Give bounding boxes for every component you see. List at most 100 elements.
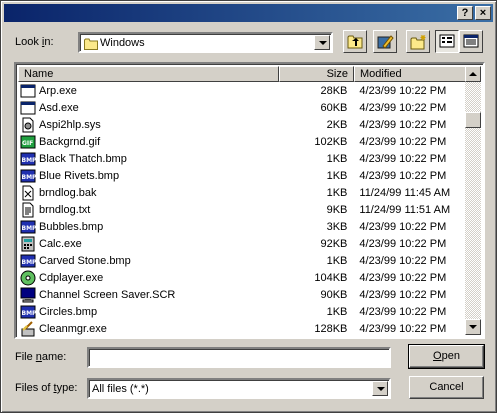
- svg-text:GIF: GIF: [22, 140, 33, 147]
- details-view-icon: [463, 34, 479, 48]
- file-modified-cell: 4/23/99 10:22 PM: [359, 118, 447, 131]
- file-modified-cell: 4/23/99 10:22 PM: [359, 84, 447, 97]
- file-size-cell: 1KB: [326, 305, 348, 318]
- file-name-cell: Backgrnd.gif: [39, 135, 101, 148]
- file-size-cell: 9KB: [326, 203, 348, 216]
- file-modified-cell: 4/23/99 10:22 PM: [359, 152, 447, 165]
- file-size-cell: 102KB: [314, 135, 348, 148]
- file-row[interactable]: Calc.exe 92KB 4/23/99 10:22 PM: [18, 235, 468, 252]
- scroll-down-button[interactable]: [465, 319, 481, 335]
- system-file-icon: [22, 117, 34, 132]
- file-row[interactable]: Cleanmgr.exe 128KB 4/23/99 10:22 PM: [18, 320, 468, 337]
- open-file-dialog: ? × Look in: Windows Name Size Modified …: [0, 0, 497, 413]
- file-modified-cell: 4/23/99 10:22 PM: [359, 254, 447, 267]
- bmp-image-icon: BMP: [20, 169, 37, 182]
- files-of-type-combo[interactable]: All files (*.*): [87, 378, 391, 399]
- file-size-cell: 90KB: [320, 288, 348, 301]
- file-list-header: Name Size Modified: [18, 66, 468, 82]
- file-name-cell: Cdplayer.exe: [39, 271, 104, 284]
- file-size-cell: 2KB: [326, 118, 348, 131]
- file-name-cell: brndlog.bak: [39, 186, 97, 199]
- desktop-button[interactable]: [373, 30, 397, 53]
- file-name-label-suffix: ame:: [41, 351, 67, 363]
- bmp-image-icon: BMP: [20, 152, 36, 165]
- title-bar[interactable]: ? ×: [4, 4, 493, 22]
- files-of-type-label: Files of type:: [15, 382, 77, 394]
- file-row[interactable]: GIF Backgrnd.gif 102KB 4/23/99 10:22 PM: [18, 133, 468, 150]
- file-name-cell: Calc.exe: [39, 237, 82, 250]
- up-one-level-icon: [347, 35, 363, 49]
- file-name-cell: brndlog.txt: [39, 203, 91, 216]
- bmp-image-icon: BMP: [20, 254, 37, 267]
- file-size-cell: 128KB: [314, 322, 348, 335]
- open-button-key: O: [433, 350, 442, 362]
- up-one-level-button[interactable]: [343, 30, 367, 53]
- text-file-icon: [22, 202, 34, 217]
- column-header-name[interactable]: Name: [18, 66, 279, 82]
- file-modified-cell: 4/23/99 10:22 PM: [359, 271, 447, 284]
- file-modified-cell: 4/23/99 10:22 PM: [359, 322, 447, 335]
- file-name-cell: Cleanmgr.exe: [39, 322, 107, 335]
- file-row[interactable]: BMP Circles.bmp 1KB 4/23/99 10:22 PM: [18, 303, 468, 320]
- list-view-button[interactable]: [435, 30, 459, 53]
- file-size-cell: 1KB: [326, 186, 348, 199]
- file-row[interactable]: BMP Black Thatch.bmp 1KB 4/23/99 10:22 PM: [18, 150, 468, 167]
- file-modified-cell: 4/23/99 10:22 PM: [359, 220, 447, 233]
- look-in-label: Look in:: [15, 36, 54, 48]
- column-header-modified[interactable]: Modified: [354, 66, 468, 82]
- look-in-label-prefix: Look: [15, 36, 42, 48]
- file-modified-cell: 11/24/99 11:45 AM: [359, 186, 451, 199]
- file-size-cell: 3KB: [326, 220, 348, 233]
- exe-window-icon: [20, 84, 36, 97]
- file-name-cell: Bubbles.bmp: [39, 220, 104, 233]
- bmp-image-icon: BMP: [20, 305, 36, 318]
- scroll-thumb[interactable]: [465, 112, 481, 128]
- look-in-dropdown-arrow[interactable]: [314, 35, 330, 50]
- help-button[interactable]: ?: [457, 6, 473, 20]
- file-row[interactable]: Cdplayer.exe 104KB 4/23/99 10:22 PM: [18, 269, 468, 286]
- file-size-cell: 1KB: [326, 169, 348, 182]
- file-row[interactable]: Aspi2hlp.sys 2KB 4/23/99 10:22 PM: [18, 116, 468, 133]
- file-size-cell: 1KB: [326, 152, 348, 165]
- svg-text:BMP: BMP: [22, 259, 37, 266]
- file-row[interactable]: brndlog.txt 9KB 11/24/99 11:51 AM: [18, 201, 468, 218]
- details-view-button[interactable]: [459, 30, 483, 53]
- cancel-button[interactable]: Cancel: [409, 376, 484, 399]
- new-folder-button[interactable]: [406, 30, 430, 53]
- file-row[interactable]: BMP Carved Stone.bmp 1KB 4/23/99 10:22 PM: [18, 252, 468, 269]
- file-name-input[interactable]: [87, 347, 391, 368]
- vertical-scrollbar[interactable]: [465, 66, 481, 335]
- file-row[interactable]: BMP Blue Rivets.bmp 1KB 4/23/99 10:22 PM: [18, 167, 468, 184]
- bmp-image-icon: BMP: [20, 220, 37, 233]
- exe-window-icon: [20, 101, 36, 114]
- file-row[interactable]: Arp.exe 28KB 4/23/99 10:22 PM: [18, 82, 468, 99]
- file-row[interactable]: Channel Screen Saver.SCR 90KB 4/23/99 10:2…: [18, 286, 468, 303]
- file-size-cell: 1KB: [326, 254, 348, 267]
- file-row[interactable]: brndlog.bak 1KB 11/24/99 11:45 AM: [18, 184, 468, 201]
- open-button[interactable]: Open: [408, 344, 485, 369]
- bak-file-icon: [22, 185, 34, 200]
- cd-player-icon: [20, 270, 36, 285]
- svg-text:BMP: BMP: [22, 174, 37, 181]
- files-of-type-dropdown-arrow[interactable]: [372, 381, 388, 396]
- column-header-size[interactable]: Size: [279, 66, 354, 82]
- files-of-type-value: All files (*.*): [92, 383, 149, 395]
- file-name-cell: Black Thatch.bmp: [39, 152, 127, 165]
- file-row[interactable]: BMP Bubbles.bmp 3KB 4/23/99 10:22 PM: [18, 218, 468, 235]
- desktop-icon: [377, 35, 394, 49]
- file-list[interactable]: Name Size Modified Arp.exe 28KB 4/23/99 10…: [14, 62, 485, 339]
- file-modified-cell: 4/23/99 10:22 PM: [359, 135, 447, 148]
- disk-cleanup-icon: [21, 320, 35, 336]
- screensaver-icon: [20, 287, 36, 302]
- gif-image-icon: GIF: [20, 135, 36, 148]
- file-name-cell: Arp.exe: [39, 84, 77, 97]
- close-button[interactable]: ×: [475, 6, 491, 20]
- file-row[interactable]: Asd.exe 60KB 4/23/99 10:22 PM: [18, 99, 468, 116]
- file-size-cell: 60KB: [320, 101, 348, 114]
- file-modified-cell: 11/24/99 11:51 AM: [359, 203, 451, 216]
- look-in-combo[interactable]: Windows: [78, 32, 333, 53]
- scroll-up-button[interactable]: [465, 66, 481, 82]
- svg-text:BMP: BMP: [22, 225, 37, 232]
- file-modified-cell: 4/23/99 10:22 PM: [359, 288, 447, 301]
- file-modified-cell: 4/23/99 10:22 PM: [359, 169, 447, 182]
